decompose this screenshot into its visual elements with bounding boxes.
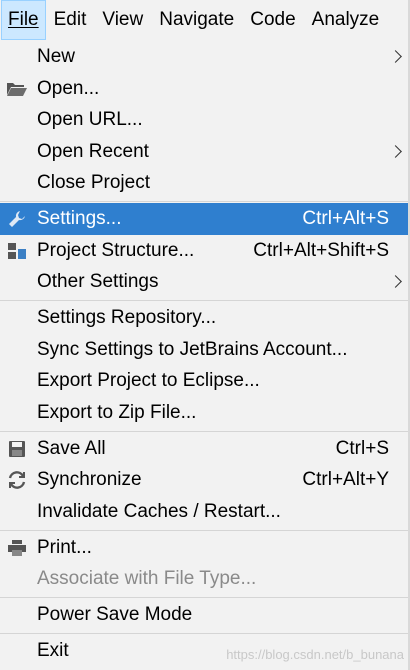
menu-item-label: Save All <box>37 438 106 459</box>
menu-item-other-settings[interactable]: Other Settings <box>0 266 408 298</box>
menu-separator <box>0 300 408 301</box>
menu-item-label: Open... <box>37 78 100 99</box>
menu-separator <box>0 431 408 432</box>
menu-item-label: Close Project <box>37 172 150 193</box>
menu-item-synchronize[interactable]: Synchronize Ctrl+Alt+Y <box>0 464 408 496</box>
menu-item-sync-settings[interactable]: Sync Settings to JetBrains Account... <box>0 334 408 366</box>
menu-item-export-eclipse[interactable]: Export Project to Eclipse... <box>0 365 408 397</box>
menu-item-open[interactable]: Open... <box>0 73 408 105</box>
menu-item-invalidate-caches[interactable]: Invalidate Caches / Restart... <box>0 496 408 528</box>
menu-item-new[interactable]: New <box>0 41 408 73</box>
menu-item-open-recent[interactable]: Open Recent <box>0 136 408 168</box>
wrench-icon <box>6 209 28 229</box>
shortcut-label: Ctrl+Alt+S <box>302 208 389 229</box>
menu-separator <box>0 530 408 531</box>
file-menu-dropdown: New Open... Open URL... Open Recent Clos… <box>0 40 409 670</box>
watermark-text: https://blog.csdn.net/b_bunana <box>226 647 404 662</box>
menu-item-associate-file-type: Associate with File Type... <box>0 563 408 595</box>
menu-item-label: Associate with File Type... <box>37 568 257 589</box>
menu-item-close-project[interactable]: Close Project <box>0 167 408 199</box>
folder-open-icon <box>6 79 28 99</box>
printer-icon <box>6 538 28 558</box>
menu-item-label: Invalidate Caches / Restart... <box>37 501 281 522</box>
menu-item-save-all[interactable]: Save All Ctrl+S <box>0 433 408 465</box>
menu-bar: File Edit View Navigate Code Analyze <box>0 0 410 40</box>
menu-item-label: Synchronize <box>37 469 142 490</box>
menu-item-print[interactable]: Print... <box>0 532 408 564</box>
menu-item-open-url[interactable]: Open URL... <box>0 104 408 136</box>
menu-separator <box>0 633 408 634</box>
menu-item-label: Settings... <box>37 208 122 229</box>
shortcut-label: Ctrl+S <box>335 438 389 459</box>
menu-separator <box>0 597 408 598</box>
menu-view[interactable]: View <box>94 0 151 40</box>
menu-separator <box>0 201 408 202</box>
shortcut-label: Ctrl+Alt+Y <box>302 469 389 490</box>
menu-code[interactable]: Code <box>242 0 303 40</box>
menu-file[interactable]: File <box>1 0 46 40</box>
menu-item-label: Print... <box>37 537 92 558</box>
menu-item-label: Export Project to Eclipse... <box>37 370 260 391</box>
menu-item-label: Project Structure... <box>37 240 195 261</box>
menu-item-label: New <box>37 46 76 67</box>
menu-item-power-save-mode[interactable]: Power Save Mode <box>0 599 408 631</box>
menu-analyze[interactable]: Analyze <box>304 0 388 40</box>
menu-edit[interactable]: Edit <box>46 0 95 40</box>
menu-item-settings[interactable]: Settings... Ctrl+Alt+S <box>0 203 408 235</box>
project-structure-icon <box>6 241 28 261</box>
menu-item-label: Open URL... <box>37 109 143 130</box>
menu-navigate[interactable]: Navigate <box>151 0 242 40</box>
chevron-right-icon <box>389 50 402 63</box>
refresh-icon <box>6 470 28 490</box>
menu-item-label: Export to Zip File... <box>37 402 197 423</box>
save-icon <box>6 439 28 459</box>
shortcut-label: Ctrl+Alt+Shift+S <box>253 240 389 261</box>
menu-item-label: Settings Repository... <box>37 307 217 328</box>
menu-item-settings-repository[interactable]: Settings Repository... <box>0 302 408 334</box>
chevron-right-icon <box>389 145 402 158</box>
menu-item-label: Sync Settings to JetBrains Account... <box>37 339 348 360</box>
menu-item-project-structure[interactable]: Project Structure... Ctrl+Alt+Shift+S <box>0 235 408 267</box>
menu-item-label: Open Recent <box>37 141 149 162</box>
menu-item-label: Exit <box>37 640 69 661</box>
menu-item-label: Power Save Mode <box>37 604 193 625</box>
menu-item-label: Other Settings <box>37 271 159 292</box>
menu-item-export-zip[interactable]: Export to Zip File... <box>0 397 408 429</box>
chevron-right-icon <box>389 275 402 288</box>
